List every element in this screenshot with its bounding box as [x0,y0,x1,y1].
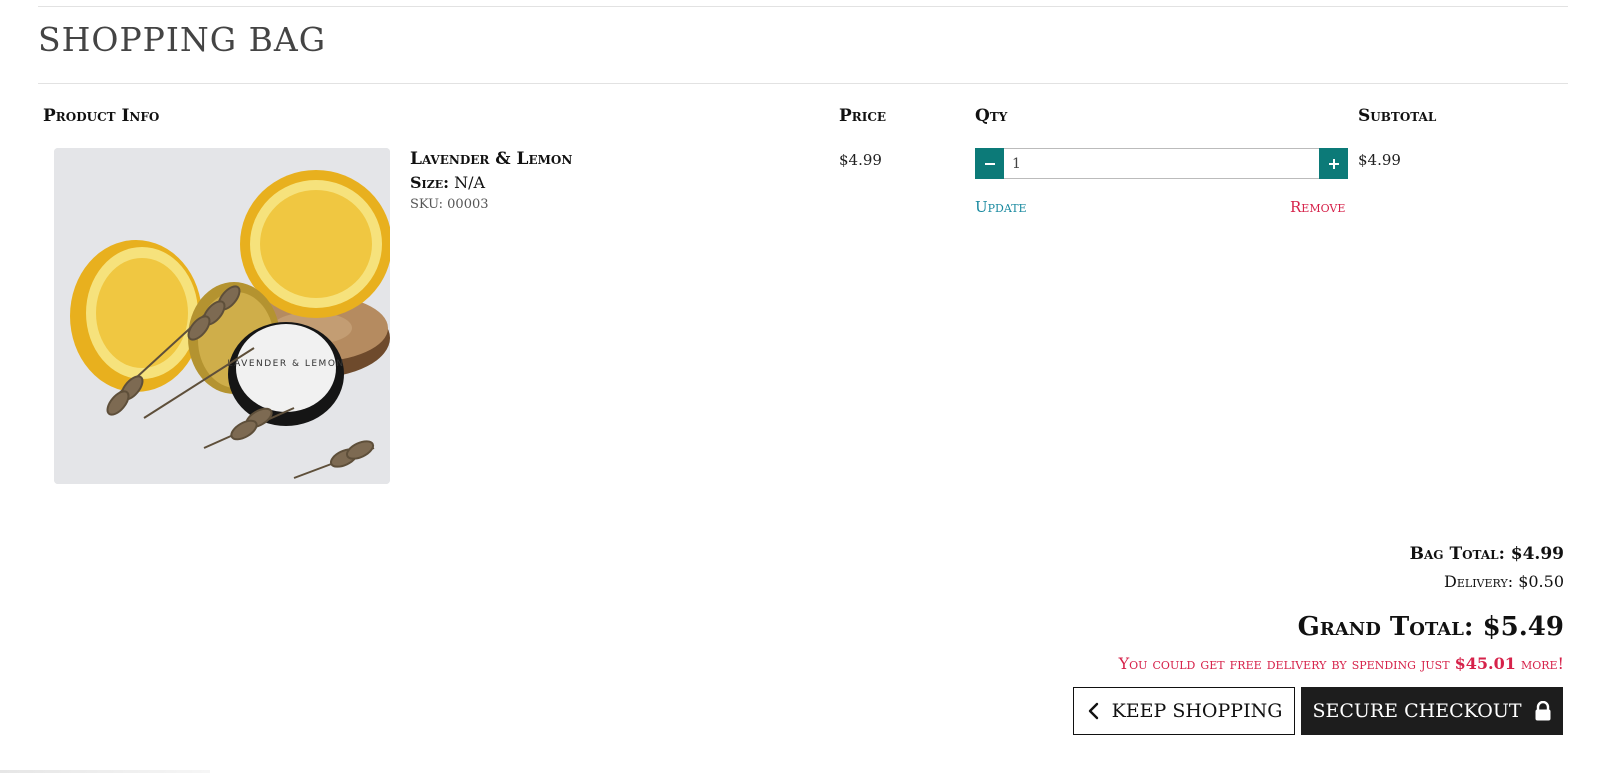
delivery-cost: Delivery: $0.50 [1444,572,1564,591]
item-subtotal: $4.99 [1358,151,1401,169]
header-price: Price [839,106,887,126]
lock-icon [1534,701,1552,721]
keep-shopping-button[interactable]: KEEP SHOPPING [1073,687,1295,735]
title-divider [38,83,1568,84]
secure-checkout-button[interactable]: SECURE CHECKOUT [1301,687,1563,735]
size-label: Size: [410,173,450,192]
header-qty: Qty [975,106,1008,126]
item-price: $4.99 [839,151,882,169]
header-product-info: Product Info [43,106,160,126]
product-name: Lavender & Lemon [410,149,573,169]
bag-total: Bag Total: $4.99 [1409,544,1564,564]
chevron-left-icon [1086,702,1100,720]
size-value: N/A [454,173,486,192]
free-delivery-prefix: You could get free delivery by spending … [1118,654,1450,673]
tin-label: LAVENDER & LEMON [227,359,344,369]
header-subtotal: Subtotal [1358,106,1437,126]
quantity-input[interactable] [1004,148,1319,179]
product-photo-illustration: LAVENDER & LEMON [54,148,390,484]
free-delivery-suffix: more! [1520,654,1564,673]
secure-checkout-label: SECURE CHECKOUT [1312,700,1522,722]
update-link[interactable]: Update [975,198,1027,216]
minus-icon [984,162,995,165]
increment-qty-button[interactable] [1319,148,1348,179]
decrement-qty-button[interactable] [975,148,1004,179]
free-delivery-message: You could get free delivery by spending … [1119,654,1564,673]
quantity-stepper [975,148,1348,179]
top-divider [38,6,1568,7]
product-size: Size: N/A [410,173,485,192]
keep-shopping-label: KEEP SHOPPING [1111,700,1283,722]
free-delivery-amount: $45.01 [1454,654,1516,673]
product-image: LAVENDER & LEMON [54,148,390,484]
page-title: SHOPPING BAG [38,20,327,59]
grand-total: Grand Total: $5.49 [1297,612,1564,642]
product-sku: SKU: 00003 [410,197,489,212]
remove-link[interactable]: Remove [1290,198,1345,216]
plus-icon [1328,158,1339,169]
